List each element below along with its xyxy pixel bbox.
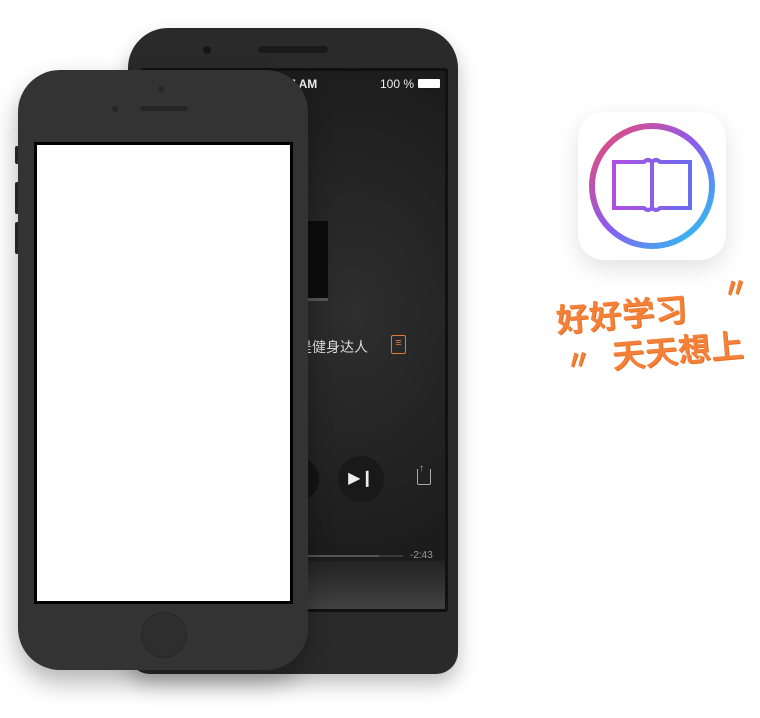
lyrics-icon[interactable]: ≡ (391, 335, 406, 354)
quote-mark-right: 〃 (720, 271, 751, 305)
song-title: 是健身达人 (298, 339, 368, 355)
back-phone-camera (203, 46, 211, 54)
front-phone-sensor (158, 86, 164, 92)
app-icon[interactable] (578, 112, 726, 260)
back-phone-speaker (258, 46, 328, 53)
quote-mark-left: 〃 (563, 343, 594, 377)
home-button[interactable] (141, 612, 187, 658)
next-track-button[interactable]: ▶❙ (338, 456, 384, 502)
front-phone-camera (112, 106, 118, 112)
front-phone-screen (34, 142, 293, 604)
battery-icon (418, 79, 440, 88)
front-phone-speaker (140, 106, 188, 111)
battery-label: 100 % (380, 77, 415, 91)
share-arrow: ↑ (419, 463, 424, 474)
book-icon (589, 123, 715, 249)
remaining-time: -2:43 (410, 550, 433, 561)
